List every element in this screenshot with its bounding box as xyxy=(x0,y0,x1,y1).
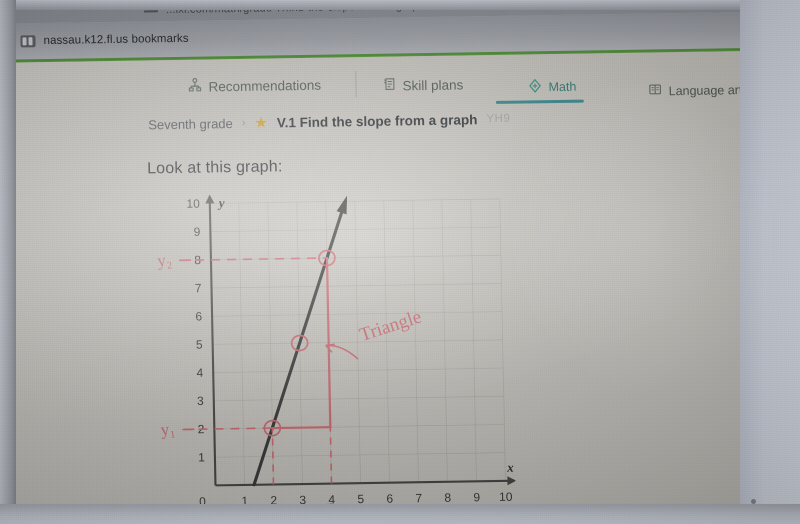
y-axis xyxy=(208,201,217,486)
monitor-bezel-right xyxy=(740,0,800,524)
y-tick-label: 4 xyxy=(196,366,203,380)
plotted-line xyxy=(252,199,347,487)
folder-icon[interactable] xyxy=(20,35,36,48)
y1-label: y₁ xyxy=(160,419,177,440)
nav-item-recommendations[interactable]: Recommendations xyxy=(187,76,321,96)
plotted-line-arrowhead xyxy=(336,195,348,215)
y2-label: y₂ xyxy=(156,250,173,271)
nav-selected-indicator xyxy=(495,99,584,104)
pointer-to-triangle xyxy=(325,344,359,360)
monitor-bezel-top xyxy=(0,0,800,10)
y-tick-label: 9 xyxy=(194,225,201,239)
question-prompt: Look at this graph: xyxy=(146,158,283,178)
language-arts-icon xyxy=(647,82,662,99)
nav-item-skill-plans[interactable]: Skill plans xyxy=(382,75,463,94)
x-axis-arrowhead xyxy=(507,476,517,486)
x-tick-label: 10 xyxy=(499,490,513,504)
y-axis-arrowhead xyxy=(205,194,215,204)
nav-item-language-arts[interactable]: Language arts xyxy=(647,81,749,100)
x-axis-label: x xyxy=(506,460,514,475)
skill-plans-icon xyxy=(382,76,396,94)
y-tick-label: 3 xyxy=(197,394,204,408)
y-tick-label: 1 xyxy=(198,450,205,464)
nav-item-math[interactable]: Math xyxy=(527,78,576,97)
monitor-bezel-bottom xyxy=(0,504,800,524)
screen-photo: ...ixl.com/math/grade-7/find-the-slope-f… xyxy=(0,0,800,524)
monitor-screen: ...ixl.com/math/grade-7/find-the-slope-f… xyxy=(10,4,770,516)
y-axis-label: y xyxy=(217,195,225,210)
x-axis xyxy=(215,479,510,487)
nav-label-recommendations: Recommendations xyxy=(208,77,322,94)
nav-divider xyxy=(355,71,357,98)
x-tick-label: 8 xyxy=(444,491,451,505)
y-tick-label: 7 xyxy=(195,281,202,295)
skill-code: YH9 xyxy=(486,112,511,126)
graph-svg: yx12345678910012345678910y₂y₁x₁x₂Triangl… xyxy=(156,194,517,516)
nav-label-math: Math xyxy=(548,79,577,95)
math-icon xyxy=(527,78,542,96)
nav-label-language-arts: Language arts xyxy=(668,82,749,98)
breadcrumb-separator: › xyxy=(241,116,246,129)
page-title: V.1 Find the slope from a graph xyxy=(276,111,478,130)
monitor-bezel-left xyxy=(0,0,16,524)
nav-label-skill-plans: Skill plans xyxy=(402,76,464,93)
y-tick-label: 10 xyxy=(186,197,200,211)
bookmark-item-label[interactable]: nassau.k12.fl.us bookmarks xyxy=(43,33,188,47)
coordinate-graph: yx12345678910012345678910y₂y₁x₁x₂Triangl… xyxy=(150,185,517,516)
triangle-label: Triangle xyxy=(357,306,424,346)
bezel-indicator-dot xyxy=(751,499,756,504)
breadcrumb-grade[interactable]: Seventh grade xyxy=(148,116,233,132)
favorite-star-icon[interactable]: ★ xyxy=(254,114,268,131)
page-body: Recommendations Skill plans Math Languag… xyxy=(10,50,770,516)
y-tick-label: 6 xyxy=(195,309,202,323)
y-tick-label: 5 xyxy=(196,338,203,352)
recommendations-icon xyxy=(187,78,202,96)
x-tick-label: 9 xyxy=(473,490,480,504)
